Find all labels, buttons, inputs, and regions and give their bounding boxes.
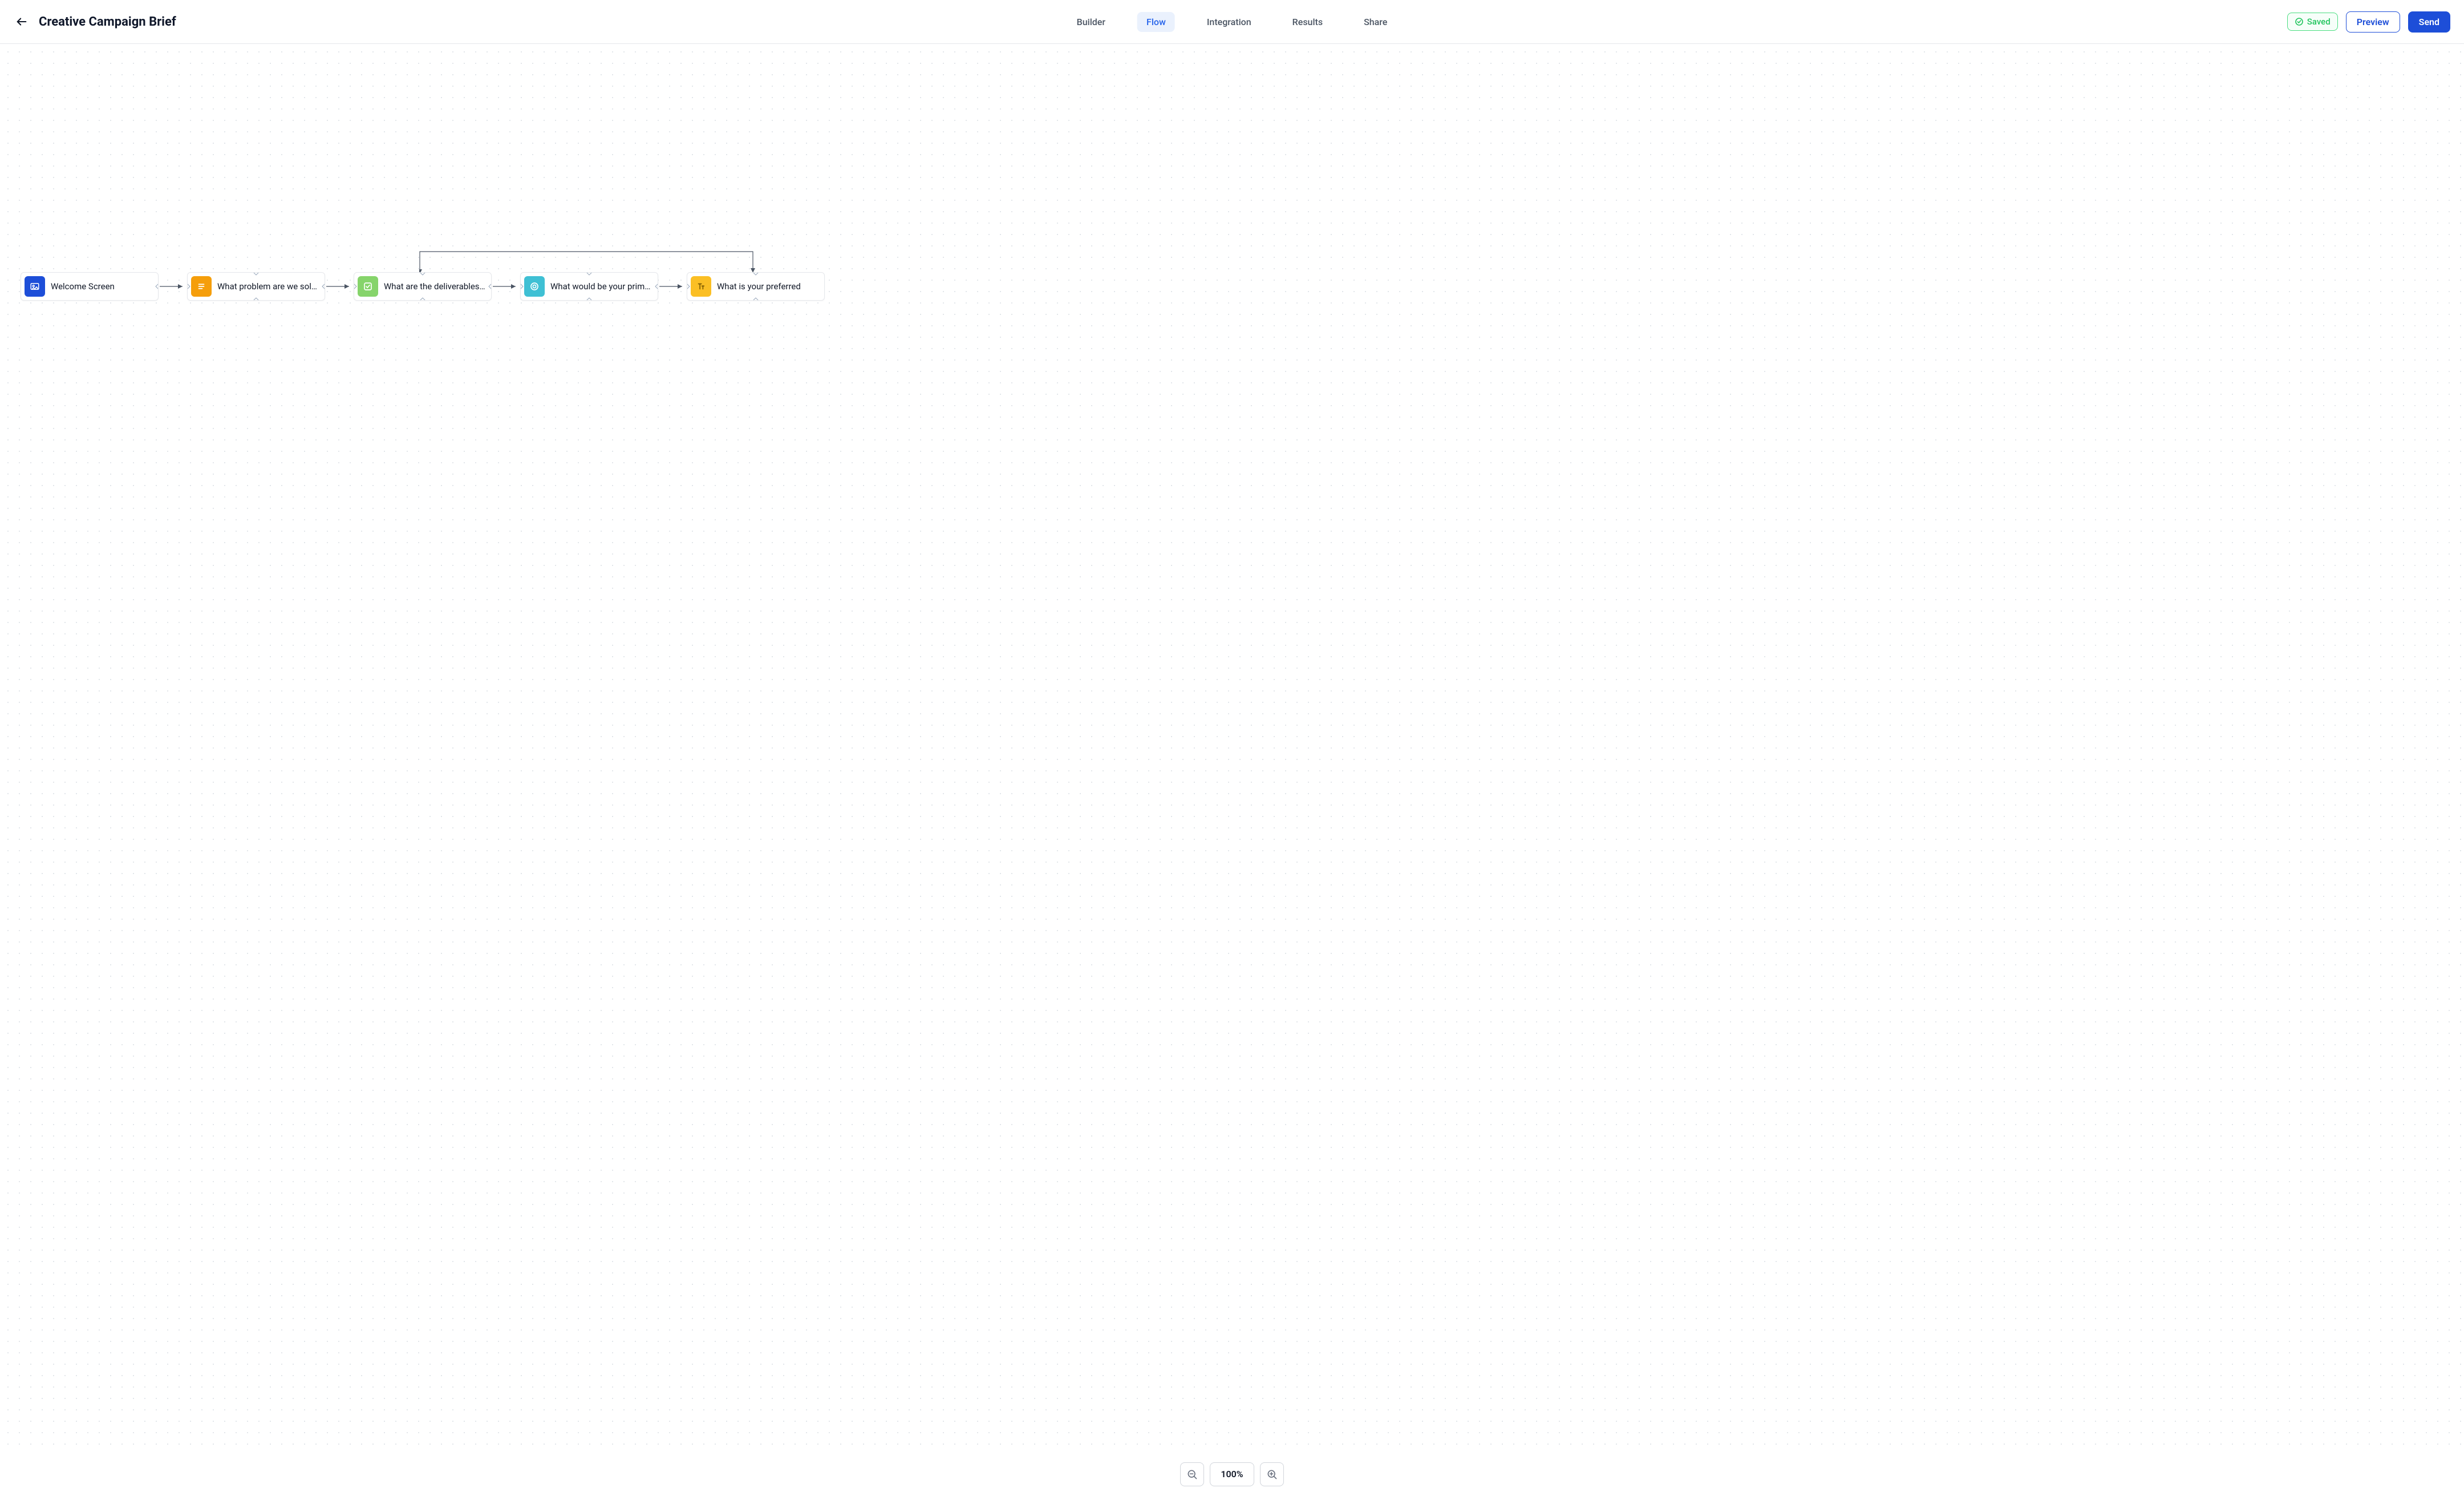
app-header: Creative Campaign Brief Builder Flow Int… [0, 0, 2464, 44]
node-port[interactable] [187, 283, 191, 289]
flow-node-problem[interactable]: What problem are we solvi... [187, 272, 325, 301]
connector-3-4 [492, 286, 520, 287]
checkbox-icon [358, 276, 378, 297]
node-port[interactable] [752, 297, 759, 301]
flow-node-deliverables[interactable]: What are the deliverables f.. [354, 272, 492, 301]
check-circle-icon [2295, 17, 2304, 26]
flow-node-label: Welcome Screen [51, 281, 115, 292]
zoom-in-icon [1266, 1469, 1278, 1480]
header-right: Saved Preview Send [2287, 11, 2450, 33]
zoom-out-icon [1186, 1469, 1198, 1480]
node-port[interactable] [253, 297, 259, 301]
tab-results[interactable]: Results [1283, 12, 1332, 32]
tab-integration[interactable]: Integration [1198, 12, 1261, 32]
flow-canvas[interactable]: Welcome Screen What problem are we solvi… [0, 44, 2464, 1452]
arrow-left-icon [15, 15, 28, 28]
flow-node-primary[interactable]: What would be your prima... [520, 272, 658, 301]
flow-node-welcome[interactable]: Welcome Screen [21, 272, 159, 301]
back-button[interactable] [14, 14, 30, 30]
node-port[interactable] [586, 272, 592, 276]
header-nav: Builder Flow Integration Results Share [1068, 12, 1397, 32]
zoom-toolbar: 100% [0, 1452, 2464, 1496]
header-left: Creative Campaign Brief [14, 14, 176, 30]
node-port[interactable] [419, 272, 425, 276]
page-title: Creative Campaign Brief [39, 15, 176, 29]
flow-node-label: What is your preferred [717, 281, 801, 292]
flow-node-label: What are the deliverables f.. [384, 281, 485, 292]
send-button[interactable]: Send [2408, 11, 2450, 33]
target-icon [524, 276, 545, 297]
node-port[interactable] [520, 283, 524, 289]
saved-label: Saved [2307, 17, 2331, 27]
preview-button[interactable]: Preview [2346, 11, 2400, 33]
connector-2-3 [325, 286, 354, 287]
node-port[interactable] [752, 272, 759, 276]
node-port[interactable] [687, 283, 690, 289]
flow-node-preferred[interactable]: What is your preferred [687, 272, 825, 301]
zoom-level[interactable]: 100% [1210, 1462, 1254, 1486]
saved-indicator: Saved [2287, 13, 2338, 31]
tab-flow[interactable]: Flow [1137, 12, 1175, 32]
tab-share[interactable]: Share [1355, 12, 1396, 32]
tab-builder[interactable]: Builder [1068, 12, 1115, 32]
connector-1-2 [159, 286, 187, 287]
zoom-out-button[interactable] [1180, 1462, 1204, 1486]
node-port[interactable] [419, 297, 425, 301]
node-port[interactable] [253, 272, 259, 276]
flow-node-label: What would be your prima... [550, 281, 652, 292]
flow-node-label: What problem are we solvi... [217, 281, 319, 292]
node-port[interactable] [354, 283, 357, 289]
connector-4-5 [658, 286, 687, 287]
text-icon [691, 276, 711, 297]
zoom-in-button[interactable] [1260, 1462, 1284, 1486]
flow-row: Welcome Screen What problem are we solvi… [21, 272, 2464, 301]
list-icon [191, 276, 212, 297]
welcome-icon [25, 276, 45, 297]
node-port[interactable] [586, 297, 592, 301]
